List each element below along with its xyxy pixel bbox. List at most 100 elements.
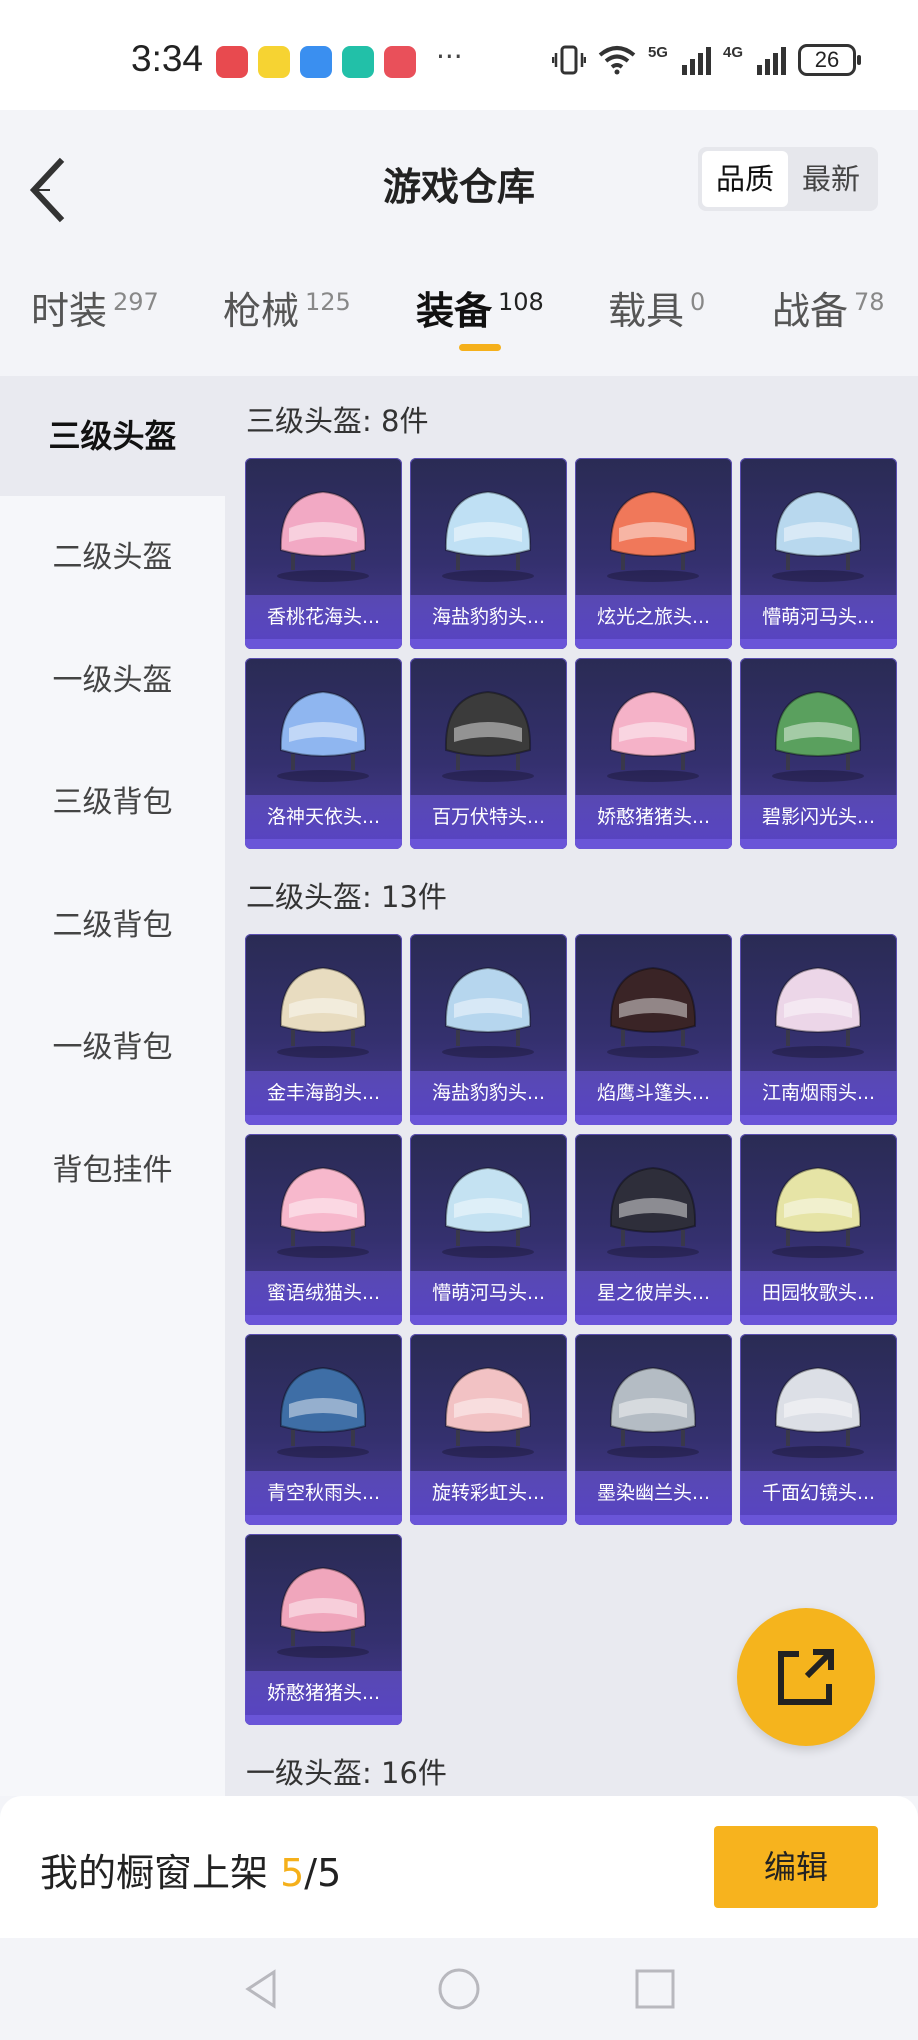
item-name: 香桃花海头... [245,595,402,639]
card-rarity-bar [410,639,567,649]
nav-recents-icon[interactable] [632,1966,678,2012]
tab-vehicles[interactable]: 载具 0 [608,280,705,335]
card-rarity-bar [245,1515,402,1525]
item-card[interactable]: 旋转彩虹头... [410,1334,567,1525]
sidebar-item-backpack-charm[interactable]: 背包挂件 [0,1111,225,1231]
item-card[interactable]: 娇憨猪猪头... [245,1534,402,1725]
card-rarity-bar [740,639,897,649]
item-name: 懵萌河马头... [410,1271,567,1315]
helmet-icon [772,966,864,1058]
status-indicators: 5G 4G 26 [551,44,861,76]
card-rarity-bar [740,1515,897,1525]
tab-count: 108 [498,288,544,317]
sidebar-item-level2-backpack[interactable]: 二级背包 [0,866,225,986]
item-card[interactable]: 焰鹰斗篷头... [575,934,732,1125]
showcase-total: /5 [304,1851,342,1895]
card-rarity-bar [245,639,402,649]
tab-label: 时装 [31,289,108,333]
item-card[interactable]: 江南烟雨头... [740,934,897,1125]
tab-label: 载具 [608,289,685,333]
card-rarity-bar [575,1115,732,1125]
helmet-icon [607,1366,699,1458]
tab-label: 战备 [772,289,849,333]
vibrate-icon [551,45,586,75]
helmet-icon [772,1366,864,1458]
item-grid-area: 三级头盔: 8件 二级头盔: 13件 一级头盔: 16件 香桃花海头... 海盐豹… [225,376,918,1796]
item-name: 星之彼岸头... [575,1271,732,1315]
sidebar-item-level3-backpack[interactable]: 三级背包 [0,743,225,863]
sidebar-item-level1-backpack[interactable]: 一级背包 [0,988,225,1108]
item-card[interactable]: 香桃花海头... [245,458,402,649]
tab-equipment[interactable]: 装备 108 [416,280,544,335]
system-nav-bar [0,1938,918,2040]
edit-button[interactable]: 编辑 [714,1826,878,1908]
item-card[interactable]: 洛神天依头... [245,658,402,849]
sort-toggle: 品质 最新 [698,147,878,211]
helmet-icon [442,1366,534,1458]
helmet-icon [442,490,534,582]
header: 游戏仓库 品质 最新 时装 297 枪械 125 装备 108 载具 0 战备 78 [0,110,918,370]
battery-icon: 26 [798,44,861,76]
section-title: 一级头盔: 16件 [246,1756,447,1790]
showcase-status: 我的橱窗上架 5/5 [40,1842,341,1897]
card-rarity-bar [245,839,402,849]
item-card[interactable]: 金丰海韵头... [245,934,402,1125]
helmet-icon [277,690,369,782]
tab-label: 装备 [416,289,493,333]
item-card[interactable]: 碧影闪光头... [740,658,897,849]
v-app-icon [300,46,332,78]
item-card[interactable]: 千面幻镜头... [740,1334,897,1525]
book-app-icon [384,46,416,78]
item-name: 焰鹰斗篷头... [575,1071,732,1115]
showcase-label: 我的橱窗上架 [40,1851,269,1895]
category-tabs: 时装 297 枪械 125 装备 108 载具 0 战备 78 [0,280,918,370]
sort-newest-button[interactable]: 最新 [788,151,874,207]
item-card[interactable]: 蜜语绒猫头... [245,1134,402,1325]
sidebar-item-level2-helmet[interactable]: 二级头盔 [0,498,225,618]
item-name: 娇憨猪猪头... [575,795,732,839]
item-name: 百万伏特头... [410,795,567,839]
item-name: 江南烟雨头... [740,1071,897,1115]
tab-fashion[interactable]: 时装 297 [31,280,159,335]
shield-app-icon [342,46,374,78]
card-rarity-bar [575,1315,732,1325]
status-bar: 3:34 ··· 5G 4G 26 [0,0,918,110]
share-button[interactable] [737,1608,875,1746]
showcase-bar: 我的橱窗上架 5/5 编辑 [0,1796,918,1938]
item-card[interactable]: 青空秋雨头... [245,1334,402,1525]
item-card[interactable]: 娇憨猪猪头... [575,658,732,849]
item-name: 墨染幽兰头... [575,1471,732,1515]
card-rarity-bar [245,1315,402,1325]
item-card[interactable]: 星之彼岸头... [575,1134,732,1325]
huawei-app-icon [216,46,248,78]
yellow-app-icon [258,46,290,78]
item-card[interactable]: 懵萌河马头... [740,458,897,649]
item-card[interactable]: 墨染幽兰头... [575,1334,732,1525]
item-card[interactable]: 海盐豹豹头... [410,458,567,649]
card-rarity-bar [575,839,732,849]
card-rarity-bar [410,1115,567,1125]
item-card[interactable]: 懵萌河马头... [410,1134,567,1325]
tab-supplies[interactable]: 战备 78 [772,280,885,335]
nav-back-icon[interactable] [240,1966,286,2012]
card-rarity-bar [245,1115,402,1125]
tab-firearms[interactable]: 枪械 125 [223,280,351,335]
status-time: 3:34 [131,38,204,79]
helmet-icon [442,690,534,782]
helmet-icon [607,966,699,1058]
sidebar-item-level3-helmet[interactable]: 三级头盔 [0,376,225,496]
section-title: 二级头盔: 13件 [246,880,447,914]
network-4g-label: 4G [722,44,743,61]
item-card[interactable]: 炫光之旅头... [575,458,732,649]
item-card[interactable]: 百万伏特头... [410,658,567,849]
sort-quality-button[interactable]: 品质 [702,151,788,207]
item-card[interactable]: 海盐豹豹头... [410,934,567,1125]
item-name: 懵萌河马头... [740,595,897,639]
item-card[interactable]: 田园牧歌头... [740,1134,897,1325]
helmet-icon [772,690,864,782]
card-rarity-bar [740,1315,897,1325]
nav-home-icon[interactable] [436,1966,482,2012]
helmet-icon [607,1166,699,1258]
share-icon [778,1649,834,1705]
sidebar-item-level1-helmet[interactable]: 一级头盔 [0,621,225,741]
